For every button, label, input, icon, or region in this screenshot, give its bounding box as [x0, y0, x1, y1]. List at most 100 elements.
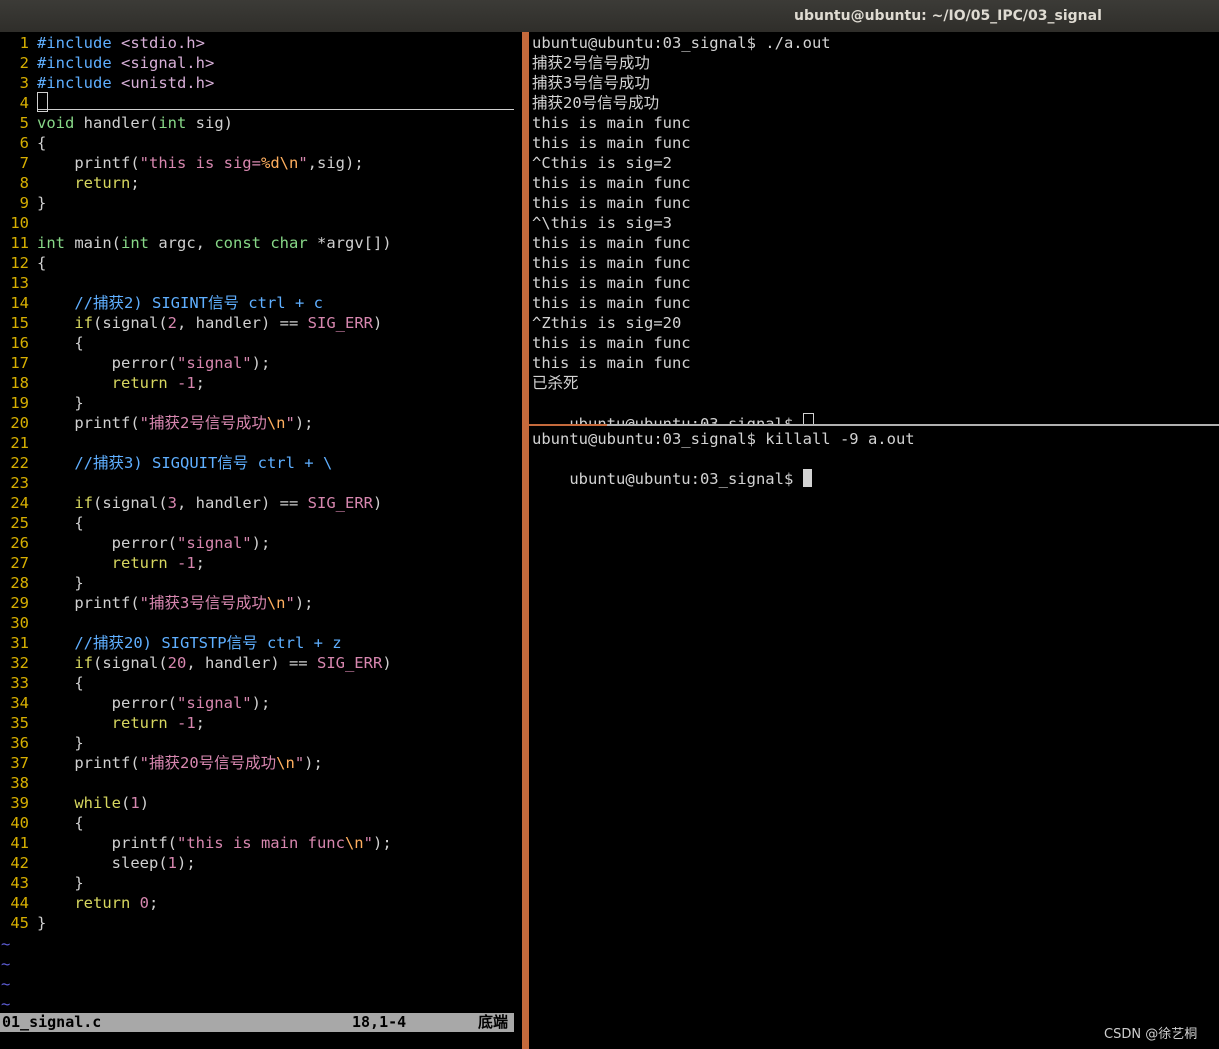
code-line[interactable]: 24 if(signal(3, handler) == SIG_ERR): [0, 493, 382, 513]
code-line[interactable]: 37 printf("捕获20号信号成功\n");: [0, 753, 323, 773]
code-line[interactable]: 38: [0, 773, 37, 793]
line-number: 32: [10, 654, 29, 672]
pane-vertical-divider[interactable]: [522, 32, 529, 1049]
code-token: ;: [130, 174, 140, 192]
code-line[interactable]: 22 //捕获3) SIGQUIT信号 ctrl + \: [0, 453, 332, 473]
code-line[interactable]: 8 return;: [0, 173, 140, 193]
code-line[interactable]: 12 {: [0, 253, 46, 273]
code-line[interactable]: 5 void handler(int sig): [0, 113, 233, 133]
terminal-output-line: this is main func: [532, 274, 691, 292]
code-line[interactable]: 7 printf("this is sig=%d\n",sig);: [0, 153, 364, 173]
code-token: int: [121, 234, 149, 252]
code-token: -1: [177, 554, 196, 572]
code-token: ": [363, 834, 373, 852]
terminal-output-line: this is main func: [532, 134, 691, 152]
code-line[interactable]: 20 printf("捕获2号信号成功\n");: [0, 413, 313, 433]
code-token: -1: [177, 714, 196, 732]
window-titlebar[interactable]: ubuntu@ubuntu: ~/IO/05_IPC/03_signal: [0, 0, 1219, 33]
terminal-top-pane[interactable]: ubuntu@ubuntu:03_signal$ ./a.out 捕获2号信号成功…: [529, 32, 1219, 433]
code-token: ): [139, 794, 150, 812]
status-filename: 01_signal.c: [2, 1013, 102, 1031]
code-line[interactable]: 16 {: [0, 333, 84, 353]
code-line[interactable]: 4: [0, 93, 37, 113]
code-line[interactable]: 11 int main(int argc, const char *argv[]): [0, 233, 391, 253]
line-number: 36: [10, 734, 29, 752]
code-line[interactable]: 21: [0, 433, 37, 453]
code-token: );: [251, 534, 271, 552]
window-title: ubuntu@ubuntu: ~/IO/05_IPC/03_signal: [794, 8, 1102, 24]
code-line[interactable]: 42 sleep(1);: [0, 853, 195, 873]
code-line[interactable]: 34 perror("signal");: [0, 693, 270, 713]
line-number: 14: [10, 294, 29, 312]
code-token: {: [37, 334, 84, 352]
code-line[interactable]: 25 {: [0, 513, 84, 533]
line-number: 25: [10, 514, 29, 532]
code-token: , handler) ==: [177, 314, 308, 332]
code-token: SIG_ERR: [316, 654, 383, 672]
code-line[interactable]: 33 {: [0, 673, 83, 693]
code-line[interactable]: 29 printf("捕获3号信号成功\n");: [0, 593, 313, 613]
code-line[interactable]: 26 perror("signal");: [0, 533, 270, 553]
code-line[interactable]: 15 if(signal(2, handler) == SIG_ERR): [0, 313, 382, 333]
code-line[interactable]: 41 printf("this is main func\n");: [0, 833, 391, 853]
tilde-marker: ~: [1, 935, 11, 953]
code-line[interactable]: 31 //捕获20) SIGTSTP信号 ctrl + z: [0, 633, 341, 653]
code-token: {: [37, 134, 47, 152]
code-line[interactable]: 6{: [0, 133, 47, 153]
code-token: #include: [37, 74, 112, 92]
code-line[interactable]: 10: [0, 213, 37, 233]
line-number: 44: [10, 894, 29, 912]
code-token: }: [37, 394, 84, 412]
code-line[interactable]: 14 //捕获2) SIGINT信号 ctrl + c: [0, 293, 323, 313]
line-number: 41: [10, 834, 29, 852]
terminal-bottom-pane[interactable]: ubuntu@ubuntu:03_signal$ killall -9 a.ou…: [529, 426, 1219, 1049]
line-number: 29: [10, 594, 29, 612]
code-line[interactable]: 40 {: [0, 813, 83, 833]
terminal-output-line: 已杀死: [532, 374, 579, 392]
line-number: 22: [10, 454, 29, 472]
code-line[interactable]: 17 perror("signal");: [0, 353, 270, 373]
code-line[interactable]: 19 }: [0, 393, 84, 413]
code-token: (: [121, 794, 131, 812]
terminal-output-line: this is main func: [532, 354, 691, 372]
code-token: \n: [276, 754, 295, 772]
code-token: {: [37, 514, 84, 532]
code-line[interactable]: 39 while(1): [0, 793, 149, 813]
code-token: );: [251, 354, 271, 372]
code-line[interactable]: 3 #include <unistd.h>: [0, 73, 215, 93]
code-token: printf(: [37, 594, 140, 612]
code-line[interactable]: 13: [0, 273, 37, 293]
line-number: 40: [10, 814, 29, 832]
code-line[interactable]: 1 #include <stdio.h>: [0, 33, 205, 53]
code-line[interactable]: 32 if(signal(20, handler) == SIG_ERR): [0, 653, 391, 673]
terminal-output-line: ubuntu@ubuntu:03_signal$ killall -9 a.ou…: [532, 430, 915, 448]
line-number: 9: [19, 194, 29, 212]
code-line[interactable]: 27 return -1;: [0, 553, 205, 573]
code-line[interactable]: 45}: [0, 913, 46, 933]
line-number: 17: [10, 354, 29, 372]
code-token: sleep(: [37, 854, 168, 872]
code-line[interactable]: 2 #include <signal.h>: [0, 53, 215, 73]
line-number: 35: [10, 714, 29, 732]
vim-editor-pane[interactable]: 1 #include <stdio.h> 2 #include <signal.h> 3…: [0, 32, 522, 1049]
code-line[interactable]: 44 return 0;: [0, 893, 158, 913]
code-line[interactable]: 9}: [0, 193, 47, 213]
line-number: 26: [10, 534, 29, 552]
code-token: 1: [167, 854, 177, 872]
code-line[interactable]: 35 return -1;: [0, 713, 205, 733]
code-line[interactable]: 43 }: [0, 873, 83, 893]
code-line[interactable]: 28 }: [0, 573, 83, 593]
code-line[interactable]: 23: [0, 473, 37, 493]
terminal-output-line: 捕获20号信号成功: [532, 94, 660, 112]
code-line[interactable]: 36 }: [0, 733, 83, 753]
code-line[interactable]: 18 return -1;: [0, 373, 205, 393]
code-token: sig): [186, 114, 233, 132]
code-token: ": [298, 154, 308, 172]
code-line[interactable]: 30: [0, 613, 37, 633]
code-token: return: [111, 374, 168, 392]
